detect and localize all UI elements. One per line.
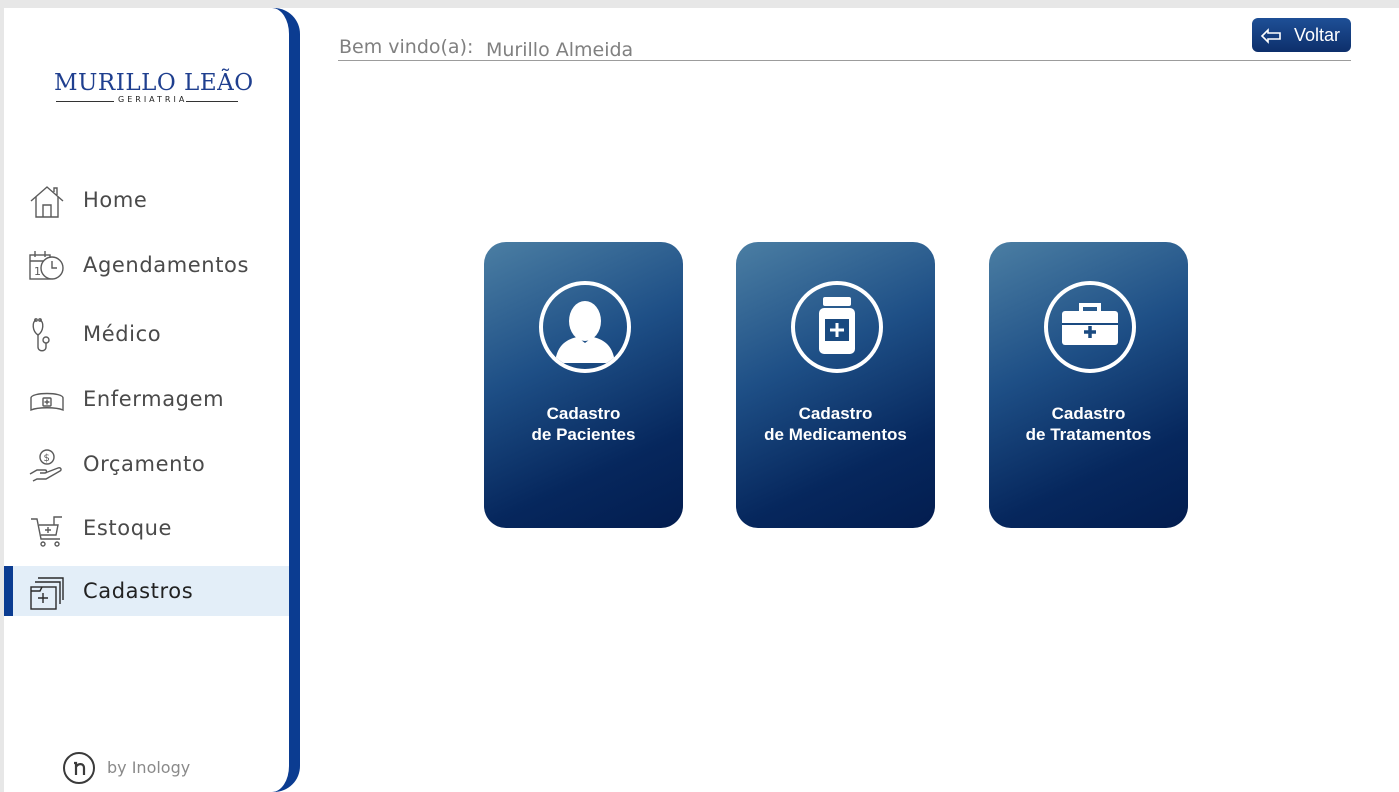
home-icon [28, 183, 66, 221]
card-cadastro-medicamentos[interactable]: Cadastro de Medicamentos [736, 242, 935, 528]
sidebar-item-label: Agendamentos [83, 253, 250, 277]
medical-cart-icon [28, 511, 66, 549]
brand-logo: MURILLO LEÃO GERIATRIA [54, 68, 253, 112]
card-title-line2: de Pacientes [531, 425, 636, 444]
card-title-line1: Cadastro [798, 404, 873, 423]
sidebar-item-label: Enfermagem [83, 387, 225, 411]
header-divider [338, 60, 1351, 61]
inology-logo-icon [62, 751, 96, 785]
medicine-bottle-icon [791, 281, 883, 373]
logo-rule-right [186, 101, 238, 102]
sidebar: MURILLO LEÃO GERIATRIA Home 1 Agendament… [4, 8, 298, 792]
sidebar-item-label: Home [83, 188, 148, 212]
medical-folders-icon [28, 574, 66, 612]
sidebar-item-estoque[interactable]: Estoque [4, 503, 289, 553]
sidebar-footer: by Inology [62, 748, 262, 788]
nurse-cap-icon [28, 382, 66, 420]
sidebar-item-enfermagem[interactable]: Enfermagem [4, 374, 289, 424]
back-button-label: Voltar [1294, 25, 1341, 45]
card-cadastro-pacientes[interactable]: Cadastro de Pacientes [484, 242, 683, 528]
user-name: Murillo Almeida [486, 39, 634, 61]
footer-credit: by Inology [107, 758, 191, 777]
hand-coin-icon: $ [28, 447, 66, 485]
sidebar-item-home[interactable]: Home [4, 175, 289, 225]
sidebar-item-label: Médico [83, 322, 162, 346]
welcome-label: Bem vindo(a): [339, 36, 474, 58]
svg-text:$: $ [44, 453, 50, 464]
calendar-clock-icon: 1 [28, 248, 66, 286]
logo-subtitle: GERIATRIA [118, 95, 188, 104]
card-title-line1: Cadastro [546, 404, 621, 423]
sidebar-item-label: Cadastros [83, 579, 194, 603]
patient-icon [539, 281, 631, 373]
logo-rule-left [56, 101, 114, 102]
logo-title: MURILLO LEÃO [54, 70, 254, 96]
sidebar-item-label: Estoque [83, 516, 173, 540]
card-title-line2: de Tratamentos [1025, 425, 1152, 444]
card-title-line1: Cadastro [1051, 404, 1126, 423]
app-window: MURILLO LEÃO GERIATRIA Home 1 Agendament… [4, 8, 1399, 792]
sidebar-item-cadastros[interactable]: Cadastros [4, 566, 289, 616]
sidebar-item-agendamentos[interactable]: 1 Agendamentos [4, 240, 289, 290]
first-aid-kit-icon [1044, 281, 1136, 373]
sidebar-item-orcamento[interactable]: $ Orçamento [4, 439, 289, 489]
return-arrow-icon [1260, 25, 1284, 45]
svg-text:1: 1 [34, 265, 41, 278]
card-cadastro-tratamentos[interactable]: Cadastro de Tratamentos [989, 242, 1188, 528]
back-button[interactable]: Voltar [1252, 18, 1351, 52]
stethoscope-icon [28, 317, 66, 355]
card-title-line2: de Medicamentos [764, 425, 907, 444]
sidebar-item-label: Orçamento [83, 452, 206, 476]
sidebar-item-medico[interactable]: Médico [4, 309, 289, 359]
